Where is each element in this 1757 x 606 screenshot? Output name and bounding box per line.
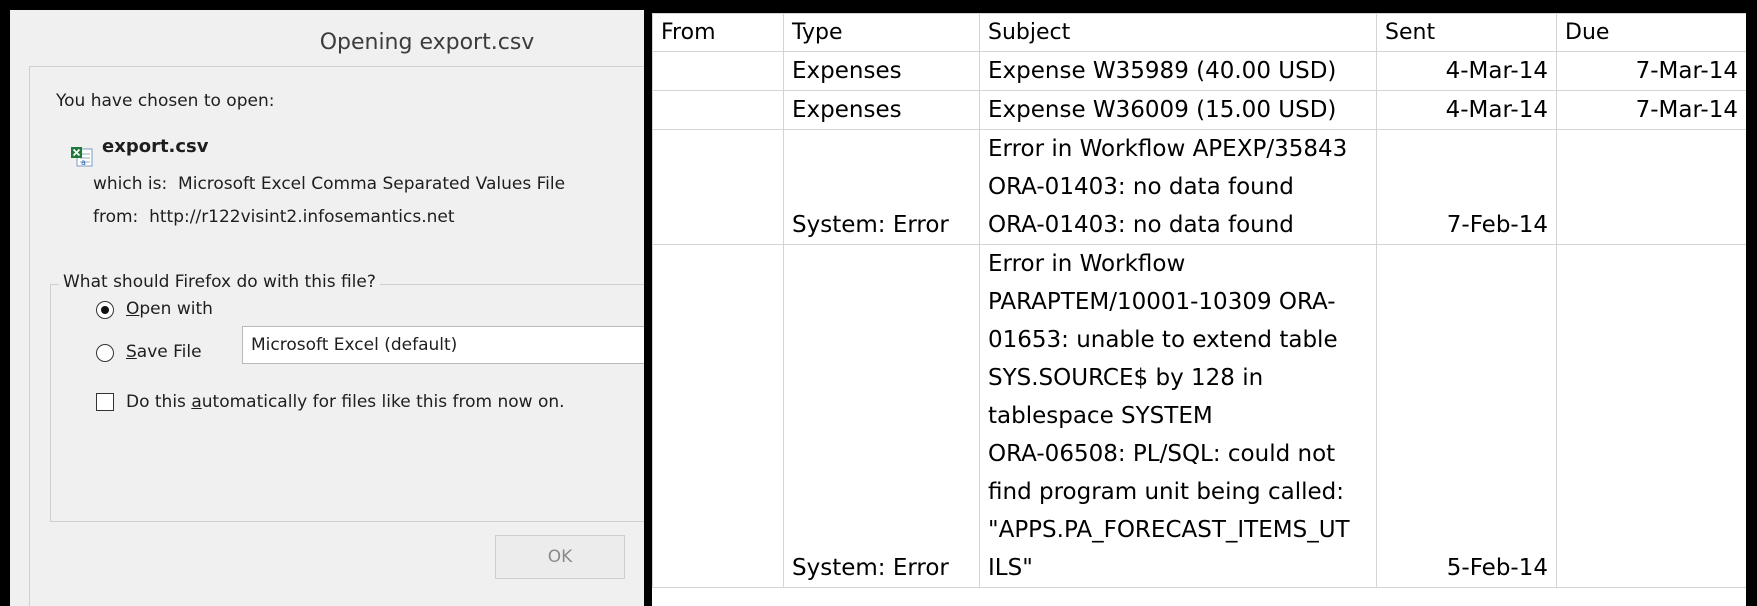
open-with-app-value: Microsoft Excel (default) bbox=[251, 335, 458, 355]
ok-button[interactable]: OK bbox=[495, 535, 625, 579]
subject-line: ORA-01403: no data found bbox=[988, 174, 1294, 200]
header-row: From Type Subject Sent Due bbox=[652, 13, 1746, 52]
from-label: from: bbox=[93, 207, 139, 227]
cell-sent[interactable]: 7-Feb-14 bbox=[1376, 129, 1557, 245]
subject-line: ORA-06508: PL/SQL: could not bbox=[988, 441, 1336, 467]
cell-due[interactable]: 7-Mar-14 bbox=[1556, 51, 1746, 91]
subject-line: find program unit being called: bbox=[988, 479, 1344, 505]
auto-action-label[interactable]: Do this automatically for files like thi… bbox=[126, 392, 565, 412]
cell-type[interactable]: Expenses bbox=[783, 90, 980, 130]
action-question: What should Firefox do with this file? bbox=[59, 272, 380, 292]
cell-type[interactable]: System: Error bbox=[783, 129, 980, 245]
table-row: System: Error Error in Workflow APEXP/35… bbox=[652, 129, 1746, 245]
image-border-right bbox=[1746, 0, 1757, 606]
file-type: Microsoft Excel Comma Separated Values F… bbox=[178, 174, 566, 194]
cell-subject[interactable]: Error in Workflow APEXP/35843 ORA-01403:… bbox=[979, 129, 1377, 245]
cell-due[interactable]: 7-Mar-14 bbox=[1556, 90, 1746, 130]
cell-due[interactable] bbox=[1556, 244, 1746, 588]
header-sent[interactable]: Sent bbox=[1376, 13, 1557, 52]
subject-line: tablespace SYSTEM bbox=[988, 403, 1213, 429]
image-separator bbox=[644, 0, 652, 606]
cell-subject[interactable]: Error in Workflow PARAPTEM/10001-10309 O… bbox=[979, 244, 1377, 588]
subject-line: PARAPTEM/10001-10309 ORA- bbox=[988, 289, 1336, 315]
header-type[interactable]: Type bbox=[783, 13, 980, 52]
cell-sent[interactable]: 5-Feb-14 bbox=[1376, 244, 1557, 588]
subject-line: "APPS.PA_FORECAST_ITEMS_UT bbox=[988, 517, 1350, 543]
file-source-row: from: http://r122visint2.infosemantics.n… bbox=[93, 207, 455, 227]
excel-csv-file-icon: a bbox=[71, 147, 93, 167]
table-row: Expenses Expense W35989 (40.00 USD) 4-Ma… bbox=[652, 51, 1746, 91]
cell-subject[interactable]: Expense W36009 (15.00 USD) bbox=[979, 90, 1377, 130]
cell-type[interactable]: System: Error bbox=[783, 244, 980, 588]
header-due[interactable]: Due bbox=[1556, 13, 1746, 52]
cell-from[interactable] bbox=[652, 90, 784, 130]
table-row: System: Error Error in Workflow PARAPTEM… bbox=[652, 244, 1746, 588]
open-with-radio[interactable] bbox=[96, 301, 114, 319]
from-url: http://r122visint2.infosemantics.net bbox=[149, 207, 455, 227]
radio-selected-dot bbox=[101, 306, 109, 314]
save-file-radio[interactable] bbox=[96, 344, 114, 362]
which-is-label: which is: bbox=[93, 174, 168, 194]
header-subject[interactable]: Subject bbox=[979, 13, 1377, 52]
cell-sent[interactable]: 4-Mar-14 bbox=[1376, 90, 1557, 130]
open-with-app-select[interactable]: Microsoft Excel (default) bbox=[242, 326, 644, 364]
cell-subject[interactable]: Expense W35989 (40.00 USD) bbox=[979, 51, 1377, 91]
file-open-dialog: Opening export.csv You have chosen to op… bbox=[10, 10, 644, 606]
header-from[interactable]: From bbox=[652, 13, 784, 52]
worklist-table: From Type Subject Sent Due Expenses Expe… bbox=[652, 13, 1746, 588]
dialog-title: Opening export.csv bbox=[319, 30, 535, 55]
open-with-label[interactable]: Open with bbox=[126, 299, 213, 319]
svg-text:a: a bbox=[81, 158, 86, 167]
cell-from[interactable] bbox=[652, 244, 784, 588]
auto-action-checkbox[interactable] bbox=[96, 393, 114, 411]
subject-line: ILS" bbox=[988, 555, 1033, 581]
subject-line: SYS.SOURCE$ by 128 in bbox=[988, 365, 1264, 391]
cell-from[interactable] bbox=[652, 129, 784, 245]
cell-from[interactable] bbox=[652, 51, 784, 91]
cell-due[interactable] bbox=[1556, 129, 1746, 245]
spreadsheet: From Type Subject Sent Due Expenses Expe… bbox=[652, 13, 1746, 606]
subject-line: ORA-01403: no data found bbox=[988, 212, 1294, 238]
file-type-row: which is: Microsoft Excel Comma Separate… bbox=[93, 174, 565, 194]
cell-sent[interactable]: 4-Mar-14 bbox=[1376, 51, 1557, 91]
cell-type[interactable]: Expenses bbox=[783, 51, 980, 91]
filename: export.csv bbox=[102, 136, 209, 157]
intro-text: You have chosen to open: bbox=[56, 91, 275, 111]
save-file-label[interactable]: Save File bbox=[126, 342, 202, 362]
subject-line: 01653: unable to extend table bbox=[988, 327, 1338, 353]
table-row: Expenses Expense W36009 (15.00 USD) 4-Ma… bbox=[652, 90, 1746, 130]
subject-line: Error in Workflow APEXP/35843 bbox=[988, 136, 1348, 162]
subject-line: Error in Workflow bbox=[988, 251, 1186, 277]
